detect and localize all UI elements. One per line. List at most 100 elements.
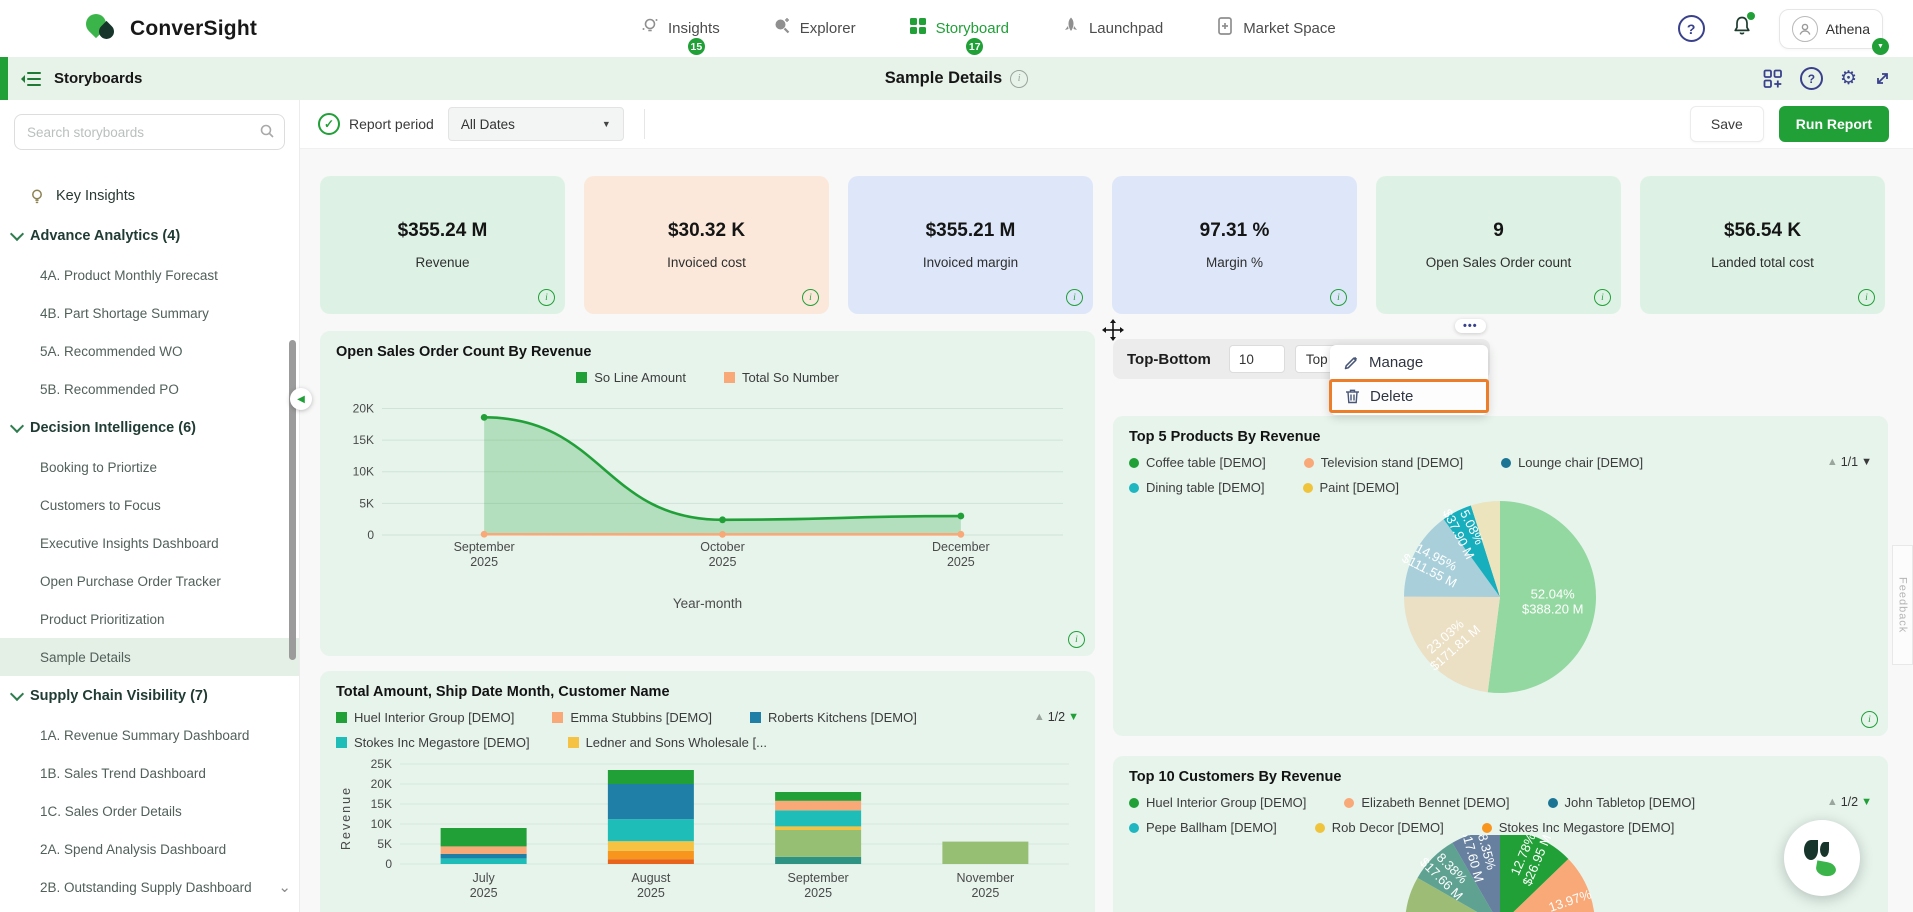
kpi-card-margin-[interactable]: 97.31 %Margin %i: [1112, 176, 1357, 314]
svg-text:October2025: October2025: [700, 540, 744, 569]
pager-down-icon[interactable]: ▼: [1861, 796, 1872, 808]
sidebar-item-4b-part-shortage-summary[interactable]: 4B. Part Shortage Summary: [0, 294, 299, 332]
ship-month-chart-card[interactable]: Total Amount, Ship Date Month, Customer …: [320, 671, 1095, 912]
nav-item-market-space[interactable]: Market Space: [1215, 16, 1336, 41]
fullscreen-icon[interactable]: [1874, 70, 1891, 87]
kpi-card-open-sales-order-count[interactable]: 9Open Sales Order counti: [1376, 176, 1621, 314]
sidebar-section-header[interactable]: Advance Analytics (4): [0, 216, 299, 256]
pie-chart[interactable]: 52.04%$388.20 M23.03%$171.81 M14.95%$111…: [1129, 495, 1872, 709]
info-icon[interactable]: i: [1330, 289, 1347, 306]
nav-item-storyboard[interactable]: Storyboard17: [908, 16, 1009, 41]
info-icon[interactable]: i: [1594, 289, 1611, 306]
sidebar-item-1c-sales-order-details[interactable]: 1C. Sales Order Details: [0, 792, 299, 830]
legend-item[interactable]: So Line Amount: [576, 370, 686, 385]
sidebar-item-4a-product-monthly-forecast[interactable]: 4A. Product Monthly Forecast: [0, 256, 299, 294]
sidebar-item-2b-outstanding-supply-dashboard[interactable]: 2B. Outstanding Supply Dashboard: [0, 868, 299, 906]
legend-item[interactable]: Ledner and Sons Wholesale [...: [568, 735, 767, 750]
legend-item[interactable]: Paint [DEMO]: [1303, 480, 1399, 495]
legend-item[interactable]: Huel Interior Group [DEMO]: [1129, 795, 1306, 810]
date-filter-select[interactable]: All Dates ▼: [448, 107, 624, 141]
area-chart[interactable]: 05K10K15K20KSeptember2025October2025Dece…: [336, 385, 1079, 577]
menu-item-manage[interactable]: Manage: [1330, 347, 1488, 378]
kpi-card-revenue[interactable]: $355.24 MRevenuei: [320, 176, 565, 314]
help-icon[interactable]: ?: [1678, 15, 1705, 42]
add-widget-icon[interactable]: [1763, 69, 1783, 89]
sidebar-item-2a-spend-analysis-dashboard[interactable]: 2A. Spend Analysis Dashboard: [0, 830, 299, 868]
sidebar-item-5a-recommended-wo[interactable]: 5A. Recommended WO: [0, 332, 299, 370]
kpi-card-landed-total-cost[interactable]: $56.54 KLanded total costi: [1640, 176, 1885, 314]
notifications-button[interactable]: [1731, 15, 1753, 42]
sidebar-item-customers-to-focus[interactable]: Customers to Focus: [0, 486, 299, 524]
storyboard-help-icon[interactable]: ?: [1800, 67, 1823, 90]
sidebar-scrollbar[interactable]: [289, 340, 296, 660]
sidebar-collapse-button[interactable]: ◀: [290, 388, 312, 410]
sidebar-item-executive-insights-dashboard[interactable]: Executive Insights Dashboard: [0, 524, 299, 562]
legend-pager[interactable]: ▲1/2▼: [1827, 795, 1872, 809]
sidebar-item-5b-recommended-po[interactable]: 5B. Recommended PO: [0, 370, 299, 408]
info-icon[interactable]: i: [802, 289, 819, 306]
page-info-icon[interactable]: i: [1010, 70, 1028, 88]
nav-item-launchpad[interactable]: Launchpad: [1061, 16, 1163, 41]
pie-chart[interactable]: 12.78%$26.95 M13.97%8.38%$17.66 M8.35%$1…: [1129, 835, 1872, 912]
legend-item[interactable]: Roberts Kitchens [DEMO]: [750, 710, 917, 725]
sidebar-scroll-down-icon[interactable]: ⌄: [278, 878, 291, 896]
menu-item-delete[interactable]: Delete: [1329, 379, 1489, 413]
pager-up-icon[interactable]: ▲: [1827, 796, 1838, 808]
sidebar-item-1b-sales-trend-dashboard[interactable]: 1B. Sales Trend Dashboard: [0, 754, 299, 792]
legend-item[interactable]: Dining table [DEMO]: [1129, 480, 1265, 495]
page-title: Sample Details: [885, 69, 1002, 88]
legend-item[interactable]: Huel Interior Group [DEMO]: [336, 710, 514, 725]
open-sales-order-chart-card[interactable]: Open Sales Order Count By RevenueSo Line…: [320, 331, 1095, 656]
legend-pager[interactable]: ▲1/1▼: [1827, 455, 1872, 469]
sidebar-item-booking-to-priortize[interactable]: Booking to Priortize: [0, 448, 299, 486]
sidebar-item-open-purchase-order-tracker[interactable]: Open Purchase Order Tracker: [0, 562, 299, 600]
legend-item[interactable]: Total So Number: [724, 370, 839, 385]
sidebar-item-product-prioritization[interactable]: Product Prioritization: [0, 600, 299, 638]
legend-item[interactable]: Stokes Inc Megastore [DEMO]: [1482, 820, 1675, 835]
feedback-tab[interactable]: Feedback: [1892, 545, 1913, 665]
pager-down-icon[interactable]: ▼: [1861, 456, 1872, 468]
legend-item[interactable]: John Tabletop [DEMO]: [1548, 795, 1696, 810]
sidebar-section-header[interactable]: Supply Chain Visibility (7): [0, 676, 299, 716]
legend-item[interactable]: Elizabeth Bennet [DEMO]: [1344, 795, 1509, 810]
info-icon[interactable]: i: [1858, 289, 1875, 306]
brand[interactable]: ConverSight: [0, 12, 330, 46]
legend-item[interactable]: Lounge chair [DEMO]: [1501, 455, 1643, 470]
info-icon[interactable]: i: [1068, 631, 1085, 648]
report-toolbar: ✓ Report period All Dates ▼ Save Run Rep…: [300, 100, 1913, 149]
pager-down-icon[interactable]: ▼: [1068, 711, 1079, 723]
pager-up-icon[interactable]: ▲: [1827, 456, 1838, 468]
legend-item[interactable]: Emma Stubbins [DEMO]: [552, 710, 712, 725]
legend-pager[interactable]: ▲1/2▼: [1034, 710, 1079, 724]
info-icon[interactable]: i: [538, 289, 555, 306]
athena-chat-bubble[interactable]: [1784, 820, 1860, 896]
user-menu[interactable]: Athena ▼: [1779, 9, 1883, 49]
sidebar-section-header[interactable]: Decision Intelligence (6): [0, 408, 299, 448]
nav-item-explorer[interactable]: Explorer: [772, 16, 856, 41]
widget-options-button[interactable]: •••: [1455, 319, 1486, 333]
legend-item[interactable]: Television stand [DEMO]: [1304, 455, 1463, 470]
sidebar-item-key-insights[interactable]: Key Insights: [0, 176, 299, 216]
search-input[interactable]: [14, 114, 285, 150]
info-icon[interactable]: i: [1861, 711, 1878, 728]
collapse-panel-icon[interactable]: [20, 70, 42, 88]
nav-item-insights[interactable]: Insights15: [640, 16, 720, 41]
legend-item[interactable]: Rob Decor [DEMO]: [1315, 820, 1444, 835]
sidebar-item-1a-revenue-summary-dashboard[interactable]: 1A. Revenue Summary Dashboard: [0, 716, 299, 754]
pager-up-icon[interactable]: ▲: [1034, 711, 1045, 723]
top-bottom-count-input[interactable]: [1229, 345, 1285, 373]
legend-item[interactable]: Stokes Inc Megastore [DEMO]: [336, 735, 530, 750]
save-button[interactable]: Save: [1690, 106, 1764, 142]
legend-item[interactable]: Coffee table [DEMO]: [1129, 455, 1266, 470]
top5-products-chart-card[interactable]: Top 5 Products By RevenueCoffee table [D…: [1113, 416, 1888, 736]
settings-gear-icon[interactable]: ⚙: [1840, 69, 1857, 88]
top10-customers-chart-card[interactable]: Top 10 Customers By RevenueHuel Interior…: [1113, 756, 1888, 912]
run-report-button[interactable]: Run Report: [1779, 106, 1889, 142]
info-icon[interactable]: i: [1066, 289, 1083, 306]
report-period-checkbox[interactable]: ✓: [318, 113, 340, 135]
legend-item[interactable]: Pepe Ballham [DEMO]: [1129, 820, 1277, 835]
sidebar-item-sample-details[interactable]: Sample Details: [0, 638, 299, 676]
kpi-card-invoiced-cost[interactable]: $30.32 KInvoiced costi: [584, 176, 829, 314]
kpi-card-invoiced-margin[interactable]: $355.21 MInvoiced margini: [848, 176, 1093, 314]
stacked-bar-chart[interactable]: 05K10K15K20K25KRevenueJuly2025August2025…: [336, 756, 1079, 908]
